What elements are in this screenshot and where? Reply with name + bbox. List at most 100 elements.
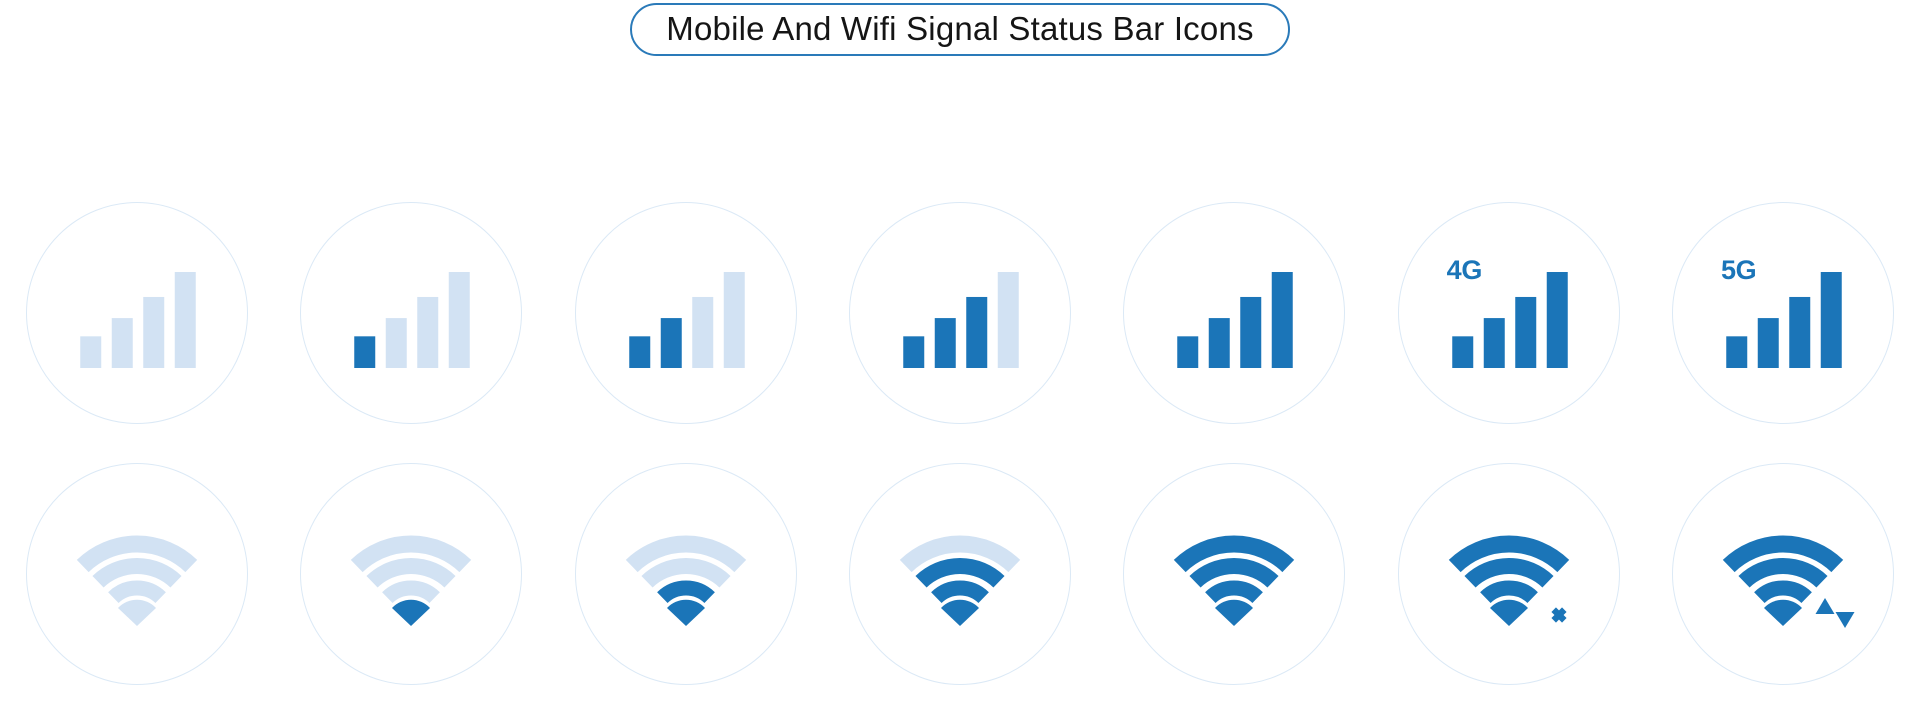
icon-cell xyxy=(0,461,274,687)
signal-bars-4g-glyph: 4G xyxy=(1433,237,1585,389)
header: Mobile And Wifi Signal Status Bar Icons xyxy=(0,0,1920,58)
signal-bars-3-icon[interactable] xyxy=(848,202,1071,424)
arrow-up-icon xyxy=(1815,598,1835,614)
signal-bars-2-glyph xyxy=(610,237,762,389)
page-title-pill: Mobile And Wifi Signal Status Bar Icons xyxy=(630,2,1290,56)
icon-cell xyxy=(0,200,274,426)
signal-bars-3-glyph xyxy=(884,237,1036,389)
signal-bars-4-glyph xyxy=(1158,237,1310,389)
signal-bars-5g-glyph: 5G xyxy=(1707,237,1859,389)
wifi-0-icon[interactable] xyxy=(26,463,248,685)
icon-grid: 4G 5G xyxy=(0,200,1920,687)
wifi-dot xyxy=(118,599,156,626)
signal-bar-1 xyxy=(354,336,376,368)
icon-cell xyxy=(274,461,548,687)
wifi-signal-row xyxy=(0,461,1920,687)
icon-cell xyxy=(549,200,823,426)
icon-cell xyxy=(823,200,1097,426)
icon-cell xyxy=(1097,461,1371,687)
signal-bars-4g-icon[interactable]: 4G xyxy=(1397,202,1620,424)
wifi-arc-inner xyxy=(1479,580,1538,604)
mobile-signal-row: 4G 5G xyxy=(0,200,1920,426)
icon-cell xyxy=(1372,461,1646,687)
wifi-4-glyph xyxy=(1158,498,1310,650)
wifi-dot xyxy=(1489,599,1528,626)
signal-bar-4 xyxy=(449,272,471,368)
wifi-transfer-icon[interactable] xyxy=(1671,463,1894,685)
signal-bar-2 xyxy=(1209,318,1231,368)
signal-bar-3 xyxy=(691,296,713,368)
signal-bar-2 xyxy=(386,318,408,368)
wifi-arc-middle xyxy=(915,558,1005,588)
signal-bar-3 xyxy=(1514,296,1536,368)
wifi-arc-middle xyxy=(641,558,731,588)
signal-bar-1 xyxy=(1177,336,1199,368)
wifi-arc-middle xyxy=(1189,558,1279,588)
wifi-arc-middle xyxy=(1464,558,1554,588)
signal-bar-4 xyxy=(1272,272,1294,368)
signal-bar-4 xyxy=(997,272,1019,368)
signal-bar-3 xyxy=(1789,296,1811,368)
signal-bars-1-glyph xyxy=(335,237,487,389)
signal-bar-4 xyxy=(174,272,196,368)
signal-bar-1 xyxy=(80,336,102,368)
signal-bar-2 xyxy=(934,318,956,368)
wifi-2-glyph xyxy=(610,498,762,650)
wifi-arc-inner xyxy=(656,580,715,604)
signal-bar-3 xyxy=(1240,296,1262,368)
wifi-dot xyxy=(1215,599,1254,626)
signal-bars-2-icon[interactable] xyxy=(574,202,797,424)
signal-bar-2 xyxy=(111,318,133,368)
wifi-error-glyph xyxy=(1433,498,1585,650)
signal-bars-4-icon[interactable] xyxy=(1123,202,1346,424)
signal-bars-0-icon[interactable] xyxy=(26,202,248,424)
network-type-label: 4G xyxy=(1446,255,1483,285)
wifi-arc-middle xyxy=(92,558,182,588)
wifi-dot xyxy=(666,599,705,626)
icon-cell: 4G xyxy=(1372,200,1646,426)
wifi-cross-badge-icon xyxy=(1551,607,1567,623)
wifi-2-icon[interactable] xyxy=(574,463,797,685)
arrow-down-icon xyxy=(1835,612,1855,628)
wifi-dot xyxy=(392,599,431,626)
signal-bar-1 xyxy=(903,336,925,368)
signal-bars-5g-icon[interactable]: 5G xyxy=(1671,202,1894,424)
page-title: Mobile And Wifi Signal Status Bar Icons xyxy=(666,9,1254,47)
wifi-1-icon[interactable] xyxy=(300,463,523,685)
icon-cell xyxy=(1646,461,1920,687)
signal-bar-4 xyxy=(723,272,745,368)
signal-bars-1-icon[interactable] xyxy=(300,202,523,424)
signal-bar-3 xyxy=(417,296,439,368)
network-type-label: 5G xyxy=(1720,255,1757,285)
icon-cell xyxy=(549,461,823,687)
signal-bar-2 xyxy=(660,318,682,368)
icon-cell xyxy=(1097,200,1371,426)
signal-bar-1 xyxy=(1726,336,1748,368)
wifi-transfer-arrows-icon xyxy=(1815,598,1855,628)
signal-bars-0-glyph xyxy=(61,237,213,389)
icon-cell: 5G xyxy=(1646,200,1920,426)
wifi-0-glyph xyxy=(61,498,213,650)
wifi-arc-middle xyxy=(366,558,456,588)
wifi-arc-inner xyxy=(931,580,989,604)
wifi-arc-inner xyxy=(1205,580,1264,604)
wifi-4-icon[interactable] xyxy=(1123,463,1346,685)
wifi-arc-middle xyxy=(1738,558,1828,588)
wifi-dot xyxy=(940,599,979,626)
signal-bar-3 xyxy=(966,296,988,368)
signal-bar-2 xyxy=(1483,318,1505,368)
signal-bar-3 xyxy=(143,296,165,368)
wifi-arc-inner xyxy=(108,580,166,604)
icon-cell xyxy=(823,461,1097,687)
wifi-3-icon[interactable] xyxy=(848,463,1071,685)
wifi-1-glyph xyxy=(335,498,487,650)
signal-bar-4 xyxy=(1820,272,1842,368)
wifi-error-icon[interactable] xyxy=(1397,463,1620,685)
signal-bar-2 xyxy=(1757,318,1779,368)
signal-bar-1 xyxy=(1451,336,1473,368)
wifi-arc-inner xyxy=(1754,580,1812,604)
signal-bar-1 xyxy=(628,336,650,368)
wifi-dot xyxy=(1763,599,1802,626)
icon-cell xyxy=(274,200,548,426)
wifi-3-glyph xyxy=(884,498,1036,650)
